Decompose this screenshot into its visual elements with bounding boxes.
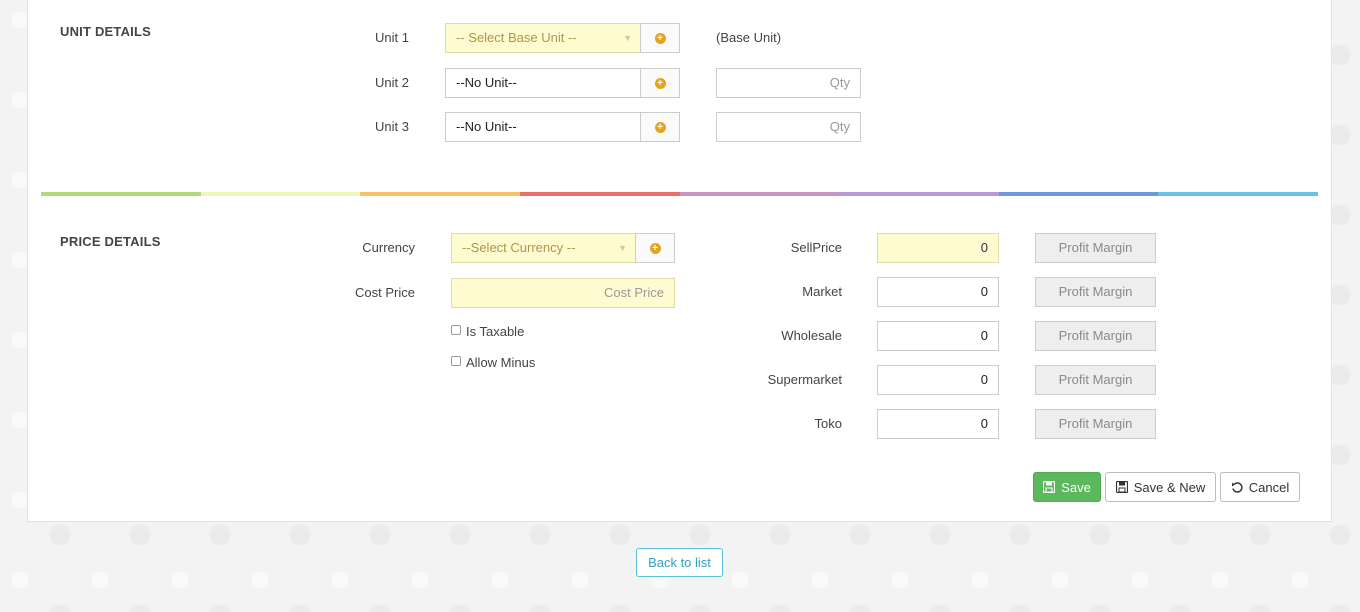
- market-profit-margin[interactable]: Profit Margin: [1035, 277, 1156, 307]
- unit3-label: Unit 3: [375, 119, 409, 134]
- unit2-qty-input[interactable]: Qty: [716, 68, 861, 98]
- base-unit-note: (Base Unit): [716, 30, 782, 45]
- plus-circle-icon: +: [654, 32, 666, 44]
- supermarket-input[interactable]: 0: [877, 365, 999, 395]
- divider-segment: [839, 192, 999, 196]
- market-input[interactable]: 0: [877, 277, 999, 307]
- divider-segment: [41, 192, 201, 196]
- currency-select[interactable]: --Select Currency -- ▼: [451, 233, 636, 263]
- floppy-disk-icon: [1043, 481, 1056, 493]
- back-to-list-button[interactable]: Back to list: [636, 548, 723, 577]
- unit2-select[interactable]: --No Unit--: [445, 68, 641, 98]
- unit2-label: Unit 2: [375, 75, 409, 90]
- toko-label: Toko: [814, 416, 842, 431]
- undo-icon: [1231, 482, 1243, 493]
- cancel-button[interactable]: Cancel: [1220, 472, 1300, 502]
- unit3-select[interactable]: --No Unit--: [445, 112, 641, 142]
- divider-segment: [998, 192, 1159, 196]
- save-button-label: Save: [1061, 479, 1091, 495]
- add-unit1-button[interactable]: +: [640, 23, 680, 53]
- wholesale-input[interactable]: 0: [877, 321, 999, 351]
- allow-minus-label: Allow Minus: [466, 355, 536, 370]
- add-unit3-button[interactable]: +: [640, 112, 680, 142]
- wholesale-label: Wholesale: [781, 328, 842, 343]
- currency-select-placeholder: --Select Currency --: [462, 240, 576, 255]
- sellprice-label: SellPrice: [790, 240, 842, 255]
- cancel-button-label: Cancel: [1248, 479, 1290, 495]
- divider-segment: [679, 192, 840, 196]
- unit1-select-placeholder: -- Select Base Unit --: [456, 30, 577, 45]
- market-label: Market: [802, 284, 842, 299]
- divider-segment: [519, 192, 680, 196]
- toko-input[interactable]: 0: [877, 409, 999, 439]
- allow-minus-checkbox[interactable]: Allow Minus: [451, 355, 535, 370]
- chevron-down-icon: ▼: [623, 33, 632, 43]
- floppy-disk-icon: [1115, 481, 1128, 493]
- currency-label: Currency: [362, 240, 415, 255]
- is-taxable-label: Is Taxable: [466, 324, 525, 339]
- is-taxable-checkbox[interactable]: Is Taxable: [451, 324, 524, 339]
- wholesale-profit-margin[interactable]: Profit Margin: [1035, 321, 1156, 351]
- price-details-title: PRICE DETAILS: [60, 234, 161, 249]
- plus-circle-icon: +: [654, 77, 666, 89]
- sellprice-input[interactable]: 0: [877, 233, 999, 263]
- supermarket-label: Supermarket: [767, 372, 842, 387]
- unit-details-title: UNIT DETAILS: [60, 24, 151, 39]
- cost-price-label: Cost Price: [355, 285, 415, 300]
- checkbox-box[interactable]: [451, 324, 461, 335]
- divider-segment: [200, 192, 361, 196]
- cost-price-input[interactable]: Cost Price: [451, 278, 675, 308]
- save-new-button-label: Save & New: [1133, 479, 1206, 495]
- chevron-down-icon: ▼: [618, 243, 627, 253]
- add-unit2-button[interactable]: +: [640, 68, 680, 98]
- save-new-button[interactable]: Save & New: [1105, 472, 1216, 502]
- section-divider: [41, 192, 1318, 196]
- toko-profit-margin[interactable]: Profit Margin: [1035, 409, 1156, 439]
- unit1-select[interactable]: -- Select Base Unit -- ▼: [445, 23, 641, 53]
- save-button[interactable]: Save: [1033, 472, 1101, 502]
- plus-circle-icon: +: [654, 121, 666, 133]
- plus-circle-icon: +: [649, 242, 661, 254]
- divider-segment: [1158, 192, 1318, 196]
- add-currency-button[interactable]: +: [635, 233, 675, 263]
- unit3-qty-input[interactable]: Qty: [716, 112, 861, 142]
- divider-segment: [360, 192, 520, 196]
- sellprice-profit-margin[interactable]: Profit Margin: [1035, 233, 1156, 263]
- checkbox-box[interactable]: [451, 355, 461, 366]
- supermarket-profit-margin[interactable]: Profit Margin: [1035, 365, 1156, 395]
- unit1-label: Unit 1: [375, 30, 409, 45]
